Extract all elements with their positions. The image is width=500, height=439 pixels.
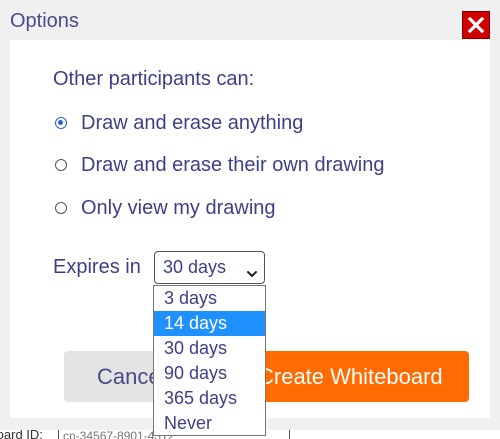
radio-button-checked[interactable]	[55, 117, 67, 129]
expires-selected-value: 30 days	[163, 257, 227, 277]
close-x-icon	[467, 16, 485, 34]
expires-select[interactable]: 30 days	[154, 251, 265, 284]
radio-label: Draw and erase their own drawing	[81, 153, 385, 176]
radio-only-view[interactable]: Only view my drawing	[55, 196, 276, 220]
radio-draw-erase-anything[interactable]: Draw and erase anything	[55, 111, 303, 135]
dropdown-option-never[interactable]: Never	[154, 411, 265, 436]
dropdown-option-3-days[interactable]: 3 days	[154, 286, 265, 311]
participants-label: Other participants can:	[53, 68, 255, 90]
board-id-label: Board ID:	[0, 430, 43, 439]
expires-label: Expires in	[53, 256, 141, 278]
dropdown-option-365-days[interactable]: 365 days	[154, 386, 265, 411]
dropdown-option-90-days[interactable]: 90 days	[154, 361, 265, 386]
create-whiteboard-button[interactable]: Create Whiteboard	[240, 351, 469, 402]
radio-button[interactable]	[55, 202, 67, 214]
radio-label: Draw and erase anything	[81, 111, 304, 134]
radio-button[interactable]	[55, 159, 67, 171]
radio-draw-erase-own[interactable]: Draw and erase their own drawing	[55, 153, 385, 177]
close-button[interactable]	[462, 11, 490, 39]
dialog-title: Options	[10, 10, 79, 32]
dropdown-option-30-days[interactable]: 30 days	[154, 336, 265, 361]
chevron-down-icon	[246, 263, 258, 284]
expires-dropdown-list: 3 days 14 days 30 days 90 days 365 days …	[153, 285, 266, 436]
radio-label: Only view my drawing	[81, 196, 276, 219]
dropdown-option-14-days[interactable]: 14 days	[154, 311, 265, 336]
